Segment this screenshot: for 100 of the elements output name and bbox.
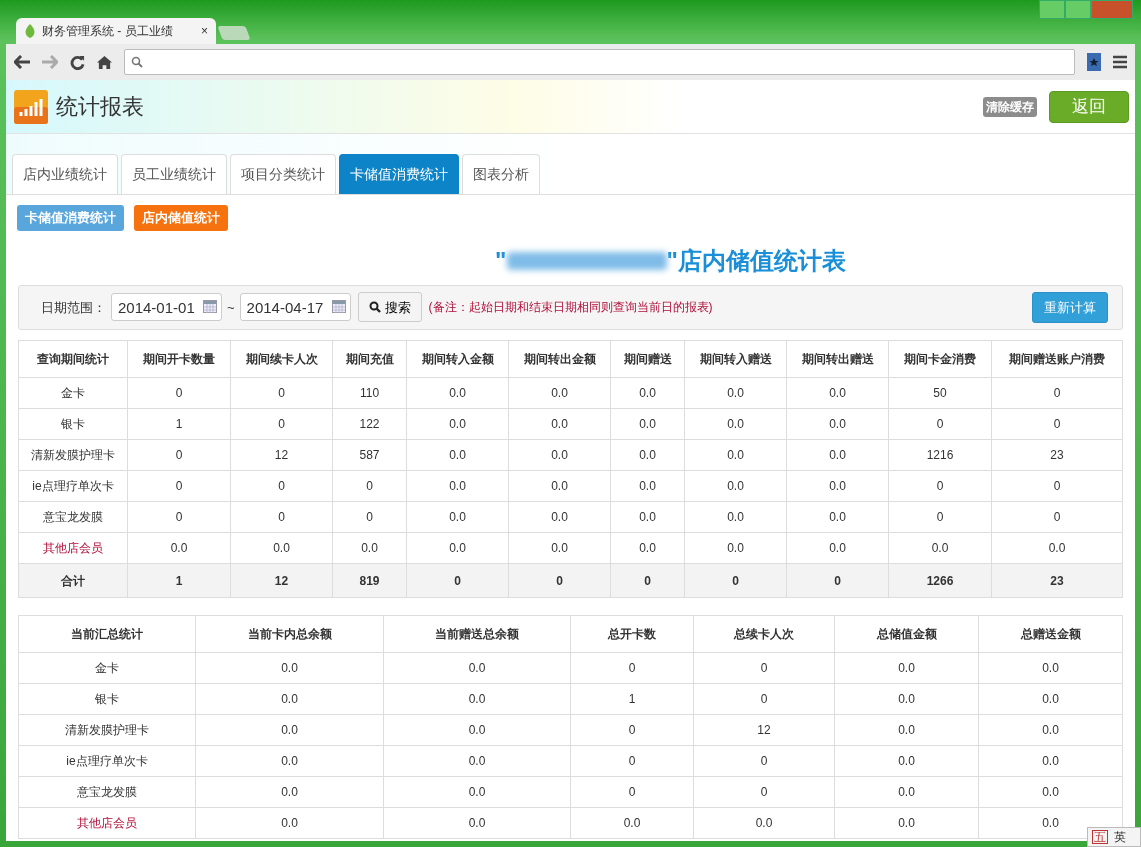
total-cell: 0	[684, 563, 787, 598]
column-header: 当前赠送总余额	[383, 615, 571, 653]
tab[interactable]: 项目分类统计	[230, 154, 336, 194]
table-cell: 0.0	[610, 532, 685, 564]
table-cell: 0.0	[834, 652, 979, 684]
browser-tab-title[interactable]: 财务管理系统 - 员工业绩	[42, 22, 195, 40]
table-cell: 1216	[888, 439, 992, 471]
calendar-icon[interactable]	[331, 300, 346, 314]
column-header: 查询期间统计	[18, 340, 128, 378]
column-header: 期间卡金消费	[888, 340, 992, 378]
table-cell: 0.0	[195, 714, 384, 746]
column-header: 期间开卡数量	[127, 340, 231, 378]
table-cell: 0	[888, 501, 992, 533]
table-cell: 0.0	[978, 776, 1123, 808]
table-cell: 0.0	[610, 439, 685, 471]
table-cell: 0	[332, 501, 407, 533]
new-tab-button[interactable]	[217, 26, 251, 40]
table-cell: 0	[332, 470, 407, 502]
table-cell: 0.0	[508, 377, 611, 409]
table-cell: 0.0	[127, 532, 231, 564]
bookmark-icon[interactable]	[1087, 53, 1101, 71]
table-cell: 0.0	[383, 652, 571, 684]
table-cell: 0.0	[383, 683, 571, 715]
table-cell: 清新发膜护理卡	[18, 714, 196, 746]
table-cell: 0.0	[834, 745, 979, 777]
table-cell: 0.0	[991, 532, 1123, 564]
total-cell: 1266	[888, 563, 992, 598]
table-cell: 0.0	[786, 377, 889, 409]
column-header: 期间续卡人次	[230, 340, 333, 378]
column-header: 总续卡人次	[693, 615, 835, 653]
back-arrow-icon[interactable]	[14, 55, 30, 69]
menu-icon[interactable]	[1113, 55, 1127, 69]
tab[interactable]: 店内业绩统计	[12, 154, 118, 194]
table-cell: 0.0	[684, 439, 787, 471]
page-title: 统计报表	[56, 93, 144, 121]
table-cell: 0.0	[978, 714, 1123, 746]
bar-chart-icon	[14, 89, 48, 124]
table-cell: 0	[127, 501, 231, 533]
leaf-icon	[24, 24, 36, 38]
tab[interactable]: 图表分析	[462, 154, 540, 194]
table-cell: 意宝龙发膜	[18, 501, 128, 533]
column-header: 期间赠送账户消费	[991, 340, 1123, 378]
table-cell: 0	[693, 776, 835, 808]
table-cell: 0.0	[888, 532, 992, 564]
table-cell: 0.0	[786, 439, 889, 471]
table-cell: 0.0	[786, 408, 889, 440]
table-cell: 0.0	[195, 652, 384, 684]
table-cell: 0	[888, 408, 992, 440]
total-cell: 0	[786, 563, 889, 598]
search-icon	[368, 301, 381, 314]
date-range-label: 日期范围：	[41, 298, 106, 317]
table-cell: 0.0	[383, 807, 571, 839]
table-cell: 0	[991, 501, 1123, 533]
table-cell: 0.0	[834, 807, 979, 839]
table-cell: 0.0	[610, 501, 685, 533]
table-cell: 12	[230, 439, 333, 471]
ime-mode[interactable]: 五	[1092, 830, 1108, 844]
table-cell: 其他店会员	[18, 532, 128, 564]
date-field[interactable]: 2014-04-17	[239, 293, 351, 322]
table-cell: 0.0	[406, 532, 509, 564]
table-cell: 0.0	[684, 470, 787, 502]
calendar-icon[interactable]	[203, 300, 217, 314]
close-window-button[interactable]	[1091, 0, 1133, 19]
table-cell: 0.0	[610, 408, 685, 440]
column-header: 期间转出赠送	[786, 340, 889, 378]
date-field[interactable]: 2014-01-01	[111, 293, 222, 322]
table-cell: 0.0	[834, 683, 979, 715]
table-cell: 50	[888, 377, 992, 409]
tab[interactable]: 员工业绩统计	[121, 154, 227, 194]
table-cell: 0.0	[786, 532, 889, 564]
search-button[interactable]: 搜索	[357, 292, 422, 323]
total-cell: 819	[332, 563, 407, 598]
table-cell: 0	[230, 377, 333, 409]
table-cell: 0	[230, 408, 333, 440]
forward-arrow-icon[interactable]	[42, 55, 58, 69]
table-cell: 0.0	[508, 470, 611, 502]
table-cell: 23	[991, 439, 1123, 471]
table-cell: 0.0	[693, 807, 835, 839]
minimize-button[interactable]	[1039, 0, 1065, 19]
total-cell: 合计	[18, 563, 128, 598]
table-cell: 0.0	[406, 377, 509, 409]
reload-icon[interactable]	[70, 54, 85, 70]
ime-language[interactable]: 英	[1114, 828, 1126, 846]
table-cell: 0.0	[978, 652, 1123, 684]
table-cell: 清新发膜护理卡	[18, 439, 128, 471]
column-header: 期间转入赠送	[684, 340, 787, 378]
table-cell: 0.0	[786, 470, 889, 502]
table-cell: 0.0	[570, 807, 694, 839]
table-cell: 0	[991, 377, 1123, 409]
table-cell: 意宝龙发膜	[18, 776, 196, 808]
table-cell: 0	[991, 470, 1123, 502]
maximize-button[interactable]	[1065, 0, 1091, 19]
column-header: 期间赠送	[610, 340, 685, 378]
tab[interactable]: 卡储值消费统计	[339, 154, 459, 194]
close-tab-icon[interactable]: ×	[201, 22, 208, 40]
column-header: 期间转出金额	[508, 340, 611, 378]
total-cell: 0	[610, 563, 685, 598]
home-icon[interactable]	[97, 54, 112, 70]
table-cell: 0.0	[383, 714, 571, 746]
address-bar[interactable]	[124, 49, 1075, 75]
